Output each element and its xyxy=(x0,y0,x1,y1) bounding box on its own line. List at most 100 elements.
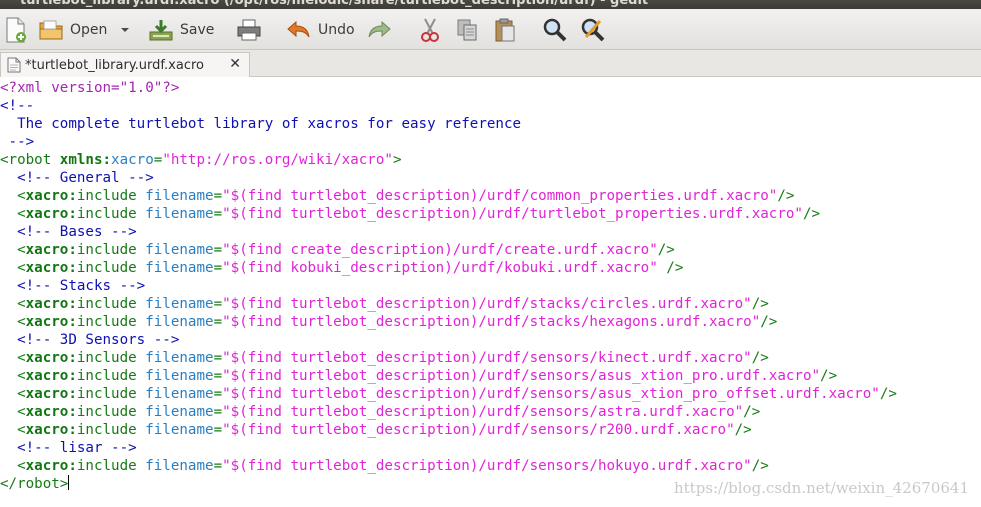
code-line[interactable]: <xacro:include filename="$(find turtlebo… xyxy=(0,187,981,205)
save-icon xyxy=(149,19,173,40)
window-title: turtlebot_library.urdf.xacro (/opt/ros/m… xyxy=(20,0,649,8)
code-token: = xyxy=(213,314,223,330)
code-token: filename xyxy=(145,422,214,438)
undo-button[interactable]: Undo xyxy=(286,9,355,50)
copy-button[interactable] xyxy=(455,9,479,50)
code-token: include xyxy=(76,350,146,366)
code-line[interactable]: <!-- General --> xyxy=(0,169,981,187)
window-titlebar: turtlebot_library.urdf.xacro (/opt/ros/m… xyxy=(0,0,981,9)
print-icon xyxy=(237,19,261,40)
search-button[interactable] xyxy=(542,9,568,50)
code-line[interactable]: <!-- Stacks --> xyxy=(0,277,981,295)
code-token: xacro: xyxy=(25,260,77,276)
print-button[interactable] xyxy=(236,9,262,50)
code-token: = xyxy=(213,188,223,204)
code-line[interactable]: --> xyxy=(0,133,981,151)
text-editor[interactable]: <?xml version="1.0"?> <!-- The complete t… xyxy=(0,79,981,507)
tab-close-icon[interactable]: ✕ xyxy=(229,56,241,72)
paste-button[interactable] xyxy=(493,9,517,50)
code-line[interactable]: The complete turtlebot library of xacros… xyxy=(0,115,981,133)
replace-button[interactable] xyxy=(580,9,606,50)
undo-label: Undo xyxy=(318,21,355,38)
code-line[interactable]: <xacro:include filename="$(find turtlebo… xyxy=(0,313,981,331)
code-token: "$(find turtlebot_description)/urdf/stac… xyxy=(222,296,752,312)
cut-button[interactable] xyxy=(418,9,442,50)
code-token: "$(find turtlebot_description)/urdf/sens… xyxy=(222,458,752,474)
code-token: xacro: xyxy=(25,350,77,366)
code-token: < xyxy=(0,404,26,420)
code-token: < xyxy=(0,386,26,402)
search-icon xyxy=(543,18,567,41)
code-token: include xyxy=(76,458,146,474)
code-token: "$(find turtlebot_description)/urdf/comm… xyxy=(222,188,778,204)
code-token: = xyxy=(213,350,223,366)
code-line[interactable]: <xacro:include filename="$(find turtlebo… xyxy=(0,367,981,385)
code-line[interactable]: <xacro:include filename="$(find turtlebo… xyxy=(0,403,981,421)
code-line[interactable]: <!-- 3D Sensors --> xyxy=(0,331,981,349)
code-line[interactable]: <robot xmlns:xacro="http://ros.org/wiki/… xyxy=(0,151,981,169)
code-line[interactable]: <xacro:include filename="$(find turtlebo… xyxy=(0,457,981,475)
code-token: xacro: xyxy=(25,458,77,474)
code-token: /> xyxy=(777,188,795,204)
code-token: include xyxy=(76,242,146,258)
code-token: filename xyxy=(145,242,214,258)
code-token: filename xyxy=(145,188,214,204)
code-token: include xyxy=(76,368,146,384)
code-line[interactable]: <xacro:include filename="$(find turtlebo… xyxy=(0,349,981,367)
code-token: include xyxy=(76,206,146,222)
code-line[interactable]: <!-- lisar --> xyxy=(0,439,981,457)
code-token: = xyxy=(213,422,223,438)
code-token: /> xyxy=(760,314,778,330)
code-token: include xyxy=(76,404,146,420)
code-line[interactable]: <xacro:include filename="$(find create_d… xyxy=(0,241,981,259)
code-token: filename xyxy=(145,206,214,222)
code-token: "http://ros.org/wiki/xacro" xyxy=(162,152,393,168)
save-button[interactable]: Save xyxy=(148,9,214,50)
code-token: = xyxy=(213,242,223,258)
code-token: filename xyxy=(145,314,214,330)
code-token: xacro: xyxy=(25,242,77,258)
code-line[interactable]: <xacro:include filename="$(find turtlebo… xyxy=(0,421,981,439)
replace-icon xyxy=(581,18,605,41)
code-line[interactable]: <?xml version="1.0"?> xyxy=(0,79,981,97)
code-token: /> xyxy=(751,350,769,366)
open-button[interactable]: Open xyxy=(38,9,107,50)
code-token: <!-- Stacks --> xyxy=(0,278,146,294)
code-token: "$(find turtlebot_description)/urdf/sens… xyxy=(222,368,821,384)
code-line[interactable]: <xacro:include filename="$(find turtlebo… xyxy=(0,295,981,313)
code-token: "$(find turtlebot_description)/urdf/sens… xyxy=(222,422,735,438)
code-view[interactable]: <?xml version="1.0"?> <!-- The complete t… xyxy=(0,79,981,493)
code-token: < xyxy=(0,206,26,222)
code-line[interactable]: <xacro:include filename="$(find kobuki_d… xyxy=(0,259,981,277)
code-line[interactable]: <!-- Bases --> xyxy=(0,223,981,241)
code-token: < xyxy=(0,422,26,438)
code-token: <!-- lisar --> xyxy=(0,440,137,456)
code-token: = xyxy=(213,206,223,222)
code-token: < xyxy=(0,188,26,204)
code-token: xacro: xyxy=(25,188,77,204)
code-token: /> xyxy=(751,296,769,312)
document-icon xyxy=(7,57,21,73)
code-token: xmlns: xyxy=(59,152,112,168)
new-document-button[interactable] xyxy=(4,9,28,50)
code-token: "$(find turtlebot_description)/urdf/stac… xyxy=(222,314,761,330)
tab-document[interactable]: *turtlebot_library.urdf.xacro ✕ xyxy=(0,52,250,77)
code-token: > xyxy=(392,152,402,168)
code-token: < xyxy=(0,296,26,312)
code-token: < xyxy=(0,242,26,258)
recent-files-dropdown[interactable] xyxy=(120,9,130,50)
code-token: /> xyxy=(743,404,761,420)
code-token: /> xyxy=(820,368,838,384)
save-label: Save xyxy=(180,21,215,38)
code-line[interactable]: <xacro:include filename="$(find turtlebo… xyxy=(0,385,981,403)
code-line[interactable]: <xacro:include filename="$(find turtlebo… xyxy=(0,205,981,223)
code-token: "$(find kobuki_description)/urdf/kobuki.… xyxy=(222,260,658,276)
code-token: <?xml version="1.0"?> xyxy=(0,80,180,96)
code-line[interactable]: <!-- xyxy=(0,97,981,115)
code-token: = xyxy=(213,458,223,474)
code-token: xacro: xyxy=(25,296,77,312)
code-token: filename xyxy=(145,368,214,384)
redo-button[interactable] xyxy=(366,9,392,50)
code-token: /> xyxy=(751,458,769,474)
code-token: < xyxy=(0,260,26,276)
